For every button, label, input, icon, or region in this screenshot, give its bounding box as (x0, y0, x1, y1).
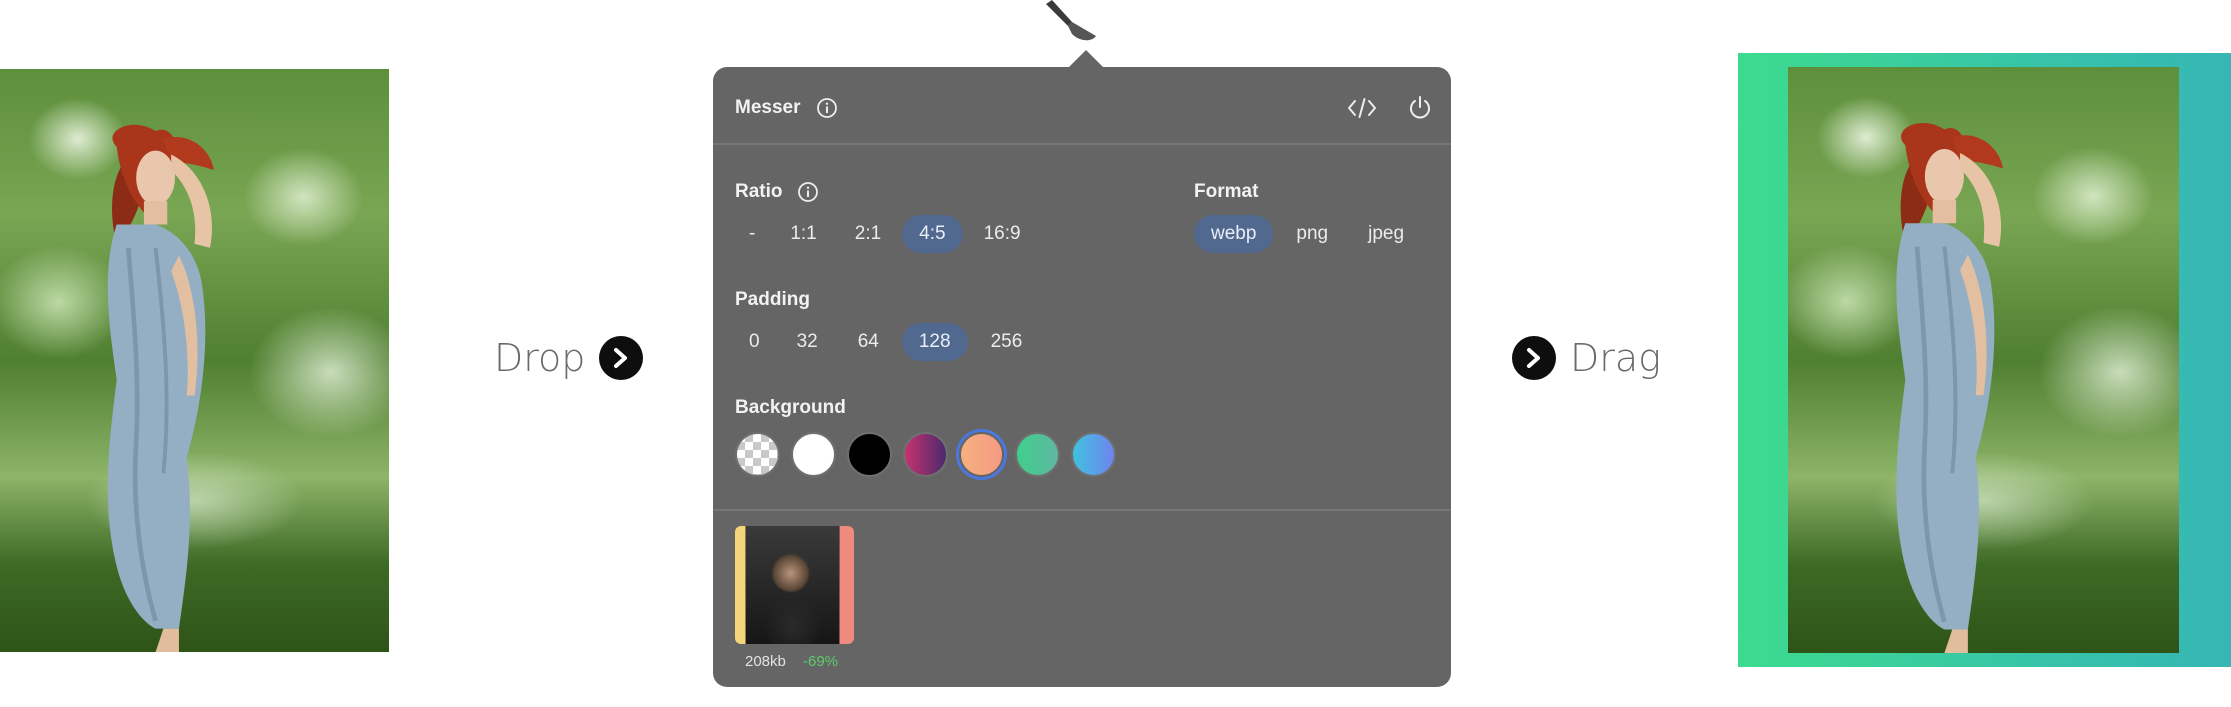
panel-divider (713, 509, 1451, 511)
format-option-png[interactable]: png (1279, 215, 1345, 253)
format-options: webp png jpeg (1194, 215, 1421, 253)
woman-figure (1896, 123, 2004, 653)
padding-option-256[interactable]: 256 (974, 323, 1040, 361)
drop-hint: Drop (494, 336, 644, 380)
ratio-label: Ratio (735, 181, 783, 202)
swatch-white[interactable] (791, 432, 836, 477)
format-option-webp[interactable]: webp (1194, 215, 1274, 253)
ratio-option-2-1[interactable]: 2:1 (838, 215, 898, 253)
ratio-options: - 1:1 2:1 4:5 16:9 (735, 215, 1038, 253)
drag-label: Drag (1570, 336, 1661, 380)
swatch-black[interactable] (847, 432, 892, 477)
swatch-cyan-blue[interactable] (1071, 432, 1116, 477)
panel-caret (1068, 50, 1104, 68)
padding-options: 0 32 64 128 256 (735, 323, 1039, 361)
swatch-magenta-purple[interactable] (903, 432, 948, 477)
format-label: Format (1194, 181, 1259, 202)
output-size-saving: -69% (803, 653, 839, 670)
messer-panel: Messer Ratio - 1:1 2:1 4:5 16:9 Format w… (713, 67, 1451, 687)
knife-icon (1046, 0, 1096, 41)
swatch-transparent[interactable] (735, 432, 780, 477)
padding-option-0[interactable]: 0 (735, 323, 774, 361)
chevron-right-icon (599, 336, 644, 380)
result-photo (1788, 67, 2179, 653)
padding-option-32[interactable]: 32 (780, 323, 835, 361)
power-icon[interactable] (1408, 95, 1432, 121)
ratio-info-icon[interactable] (797, 181, 819, 203)
output-file-size: 208kb (745, 653, 786, 670)
padding-option-128[interactable]: 128 (901, 323, 968, 361)
drop-label: Drop (494, 336, 586, 380)
panel-header: Messer (713, 67, 1451, 145)
format-option-jpeg[interactable]: jpeg (1351, 215, 1421, 253)
result-image[interactable] (1738, 53, 2231, 667)
info-icon[interactable] (816, 97, 838, 119)
background-swatches (735, 432, 1116, 477)
output-thumbnail[interactable] (735, 526, 854, 644)
ratio-option-1-1[interactable]: 1:1 (773, 215, 833, 253)
chevron-right-icon (1512, 336, 1556, 380)
swatch-green-teal[interactable] (1015, 432, 1060, 477)
padding-option-64[interactable]: 64 (841, 323, 896, 361)
ratio-option-16-9[interactable]: 16:9 (967, 215, 1038, 253)
padding-label: Padding (735, 289, 810, 310)
background-label: Background (735, 397, 846, 418)
ratio-option-4-5[interactable]: 4:5 (902, 215, 963, 253)
code-icon[interactable] (1347, 96, 1377, 120)
source-image (0, 69, 389, 652)
thumbnail-photo (746, 526, 839, 644)
swatch-peach-orange[interactable] (959, 432, 1004, 477)
ratio-option-none[interactable]: - (735, 215, 769, 253)
panel-title: Messer (735, 97, 801, 118)
drag-hint: Drag (1512, 336, 1661, 380)
woman-figure (107, 124, 214, 652)
